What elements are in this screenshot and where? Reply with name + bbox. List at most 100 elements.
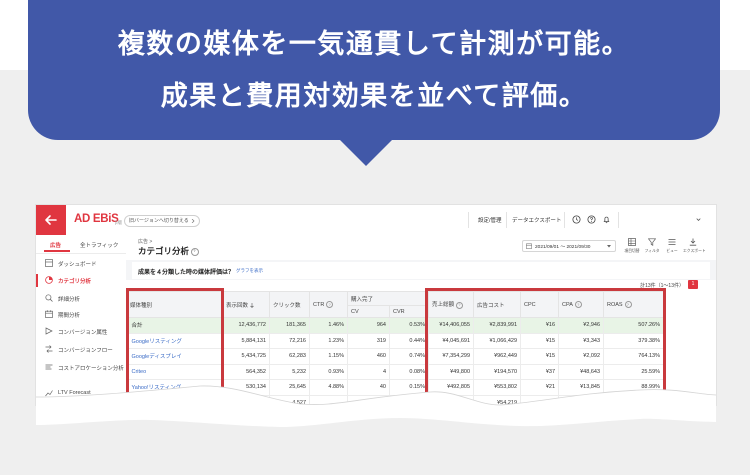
column-switch-icon (628, 238, 636, 246)
table-cell: 72,216 (269, 333, 310, 349)
sidebar-item-conversion-attribute[interactable]: コンバージョン属性 (36, 323, 126, 340)
conversion-flow-icon (45, 345, 53, 353)
page-title: カテゴリ分析 (138, 245, 200, 257)
calendar-icon (526, 243, 532, 249)
detail-analysis-icon (45, 294, 53, 302)
chevron-down-icon[interactable] (694, 215, 703, 224)
torn-edge (36, 385, 716, 433)
sidebar-item-category-analysis[interactable]: カテゴリ分析 (36, 272, 126, 289)
toolbar-label: フィルタ (644, 249, 660, 253)
column-header-clicks[interactable]: クリック数 (269, 291, 310, 318)
table-cell: 1.23% (309, 333, 348, 349)
column-header-ctr[interactable]: CTR (309, 291, 348, 318)
speech-bubble (28, 0, 720, 140)
table-cell: 319 (347, 333, 390, 349)
table-cell: 0.74% (389, 348, 430, 365)
switch-version-button[interactable]: 旧バージョンへ切り替える (124, 215, 201, 227)
sidebar-item-label: カテゴリ分析 (58, 279, 92, 285)
dashboard-icon (45, 259, 53, 267)
table-cell: 62,283 (269, 348, 310, 365)
toolbar-label: 項目切替 (624, 249, 640, 253)
table-cell: 0.93% (309, 364, 348, 380)
filter-button[interactable]: フィルタ (642, 236, 662, 258)
table-cell: 5,232 (269, 364, 310, 380)
header-label: 表示回数 (226, 302, 249, 309)
table-cell: 0.53% (389, 317, 430, 334)
sidebar-item-detail-analysis[interactable]: 詳細分析 (36, 290, 126, 307)
app-logo: AD EBiS (74, 213, 119, 225)
table-cell: 1.46% (309, 317, 348, 334)
sidebar-item-label: コンバージョン属性 (58, 330, 108, 336)
sort-desc-icon (250, 302, 254, 308)
breadcrumb[interactable]: 広告 > (138, 238, 152, 245)
top-bar: AD EBiS β版 旧バージョンへ切り替える 設定/管理 データエクスポート (36, 205, 716, 236)
data-export-link[interactable]: データエクスポート (512, 216, 561, 224)
view-button[interactable]: ビュー (662, 236, 682, 258)
app-window: AD EBiS β版 旧バージョンへ切り替える 設定/管理 データエクスポート (36, 205, 716, 405)
help-icon[interactable] (191, 247, 200, 256)
header-label: 購入完了 (351, 296, 374, 303)
divider (618, 212, 619, 228)
speech-bubble-tail (338, 138, 394, 166)
table-cell: 0.08% (389, 364, 430, 380)
toolbar-label: ビュー (666, 249, 678, 253)
divider (564, 212, 565, 228)
toolbar-label: エクスポート (683, 249, 706, 253)
period-analysis-icon (45, 310, 53, 318)
hero-headline-line-2: 成果と費用対効果を並べて評価。 (160, 81, 588, 112)
column-switch-button[interactable]: 項目切替 (622, 236, 642, 258)
sidebar-item-label: コストアロケーション分析 (58, 366, 124, 372)
settings-link[interactable]: 設定/管理 (478, 216, 502, 224)
date-range-text: 2021/09/01 ～ 2021/09/30 (535, 245, 591, 250)
sidebar-item-conversion-flow[interactable]: コンバージョンフロー (36, 341, 126, 358)
main-content: 広告 > カテゴリ分析 2021/09/01 ～ 2021/09/30 (126, 235, 716, 405)
sidebar-item-label: 期間分析 (58, 313, 81, 319)
column-header-impressions[interactable]: 表示回数 (222, 291, 270, 318)
header-label: CVR (393, 308, 405, 315)
filter-icon (648, 238, 656, 246)
sidebar-item-label: コンバージョンフロー (58, 348, 113, 354)
back-arrow-icon (45, 215, 57, 225)
table-cell: 564,352 (222, 364, 270, 380)
table-cell: 5,434,725 (222, 348, 270, 365)
category-analysis-icon (45, 276, 53, 284)
table-cell: 4 (347, 364, 390, 380)
tab-ads[interactable]: 広告 (50, 241, 61, 249)
header-label: クリック数 (273, 302, 301, 309)
pagination-page[interactable]: 1 (688, 280, 698, 289)
table-cell: 12,436,772 (222, 317, 270, 334)
show-graph-link[interactable]: グラフを表示 (236, 268, 263, 274)
clock-icon[interactable] (572, 215, 581, 224)
table-cell: 0.44% (389, 333, 430, 349)
chart-card-title: 成果を４分類した時の媒体評価は？ (138, 270, 235, 276)
sidebar-item-dashboard[interactable]: ダッシュボード (36, 255, 126, 272)
page-header: 広告 > カテゴリ分析 2021/09/01 ～ 2021/09/30 (126, 235, 716, 260)
table-cell: 5,884,131 (222, 333, 270, 349)
sidebar-item-label: ダッシュボード (58, 262, 97, 268)
help-icon[interactable] (326, 301, 334, 308)
divider (36, 253, 126, 254)
chevron-down-icon (607, 244, 611, 247)
sidebar-item-period-analysis[interactable]: 期間分析 (36, 306, 126, 323)
export-icon (689, 238, 697, 246)
sidebar: 広告 全トラフィック ダッシュボード カテゴリ分析 詳細分析 期間分析 コンバー… (36, 235, 127, 405)
date-range-picker[interactable]: 2021/09/01 ～ 2021/09/30 (522, 240, 616, 252)
back-button[interactable] (36, 205, 66, 235)
export-button[interactable]: エクスポート (683, 236, 706, 258)
question-icon[interactable] (587, 215, 596, 224)
switch-version-label: 旧バージョンへ切り替える (129, 218, 189, 224)
column-header-cvr[interactable]: CVR (388, 305, 430, 318)
sidebar-item-cost-allocation[interactable]: コストアロケーション分析 (36, 359, 126, 376)
column-header-cv[interactable]: CV (347, 305, 390, 318)
column-group-purchase: 購入完了 (346, 291, 430, 306)
caret-right-icon (191, 218, 195, 223)
bell-icon[interactable] (602, 215, 611, 224)
hero-headline-line-1: 複数の媒体を一気通貫して計測が可能。 (117, 29, 631, 60)
divider (468, 212, 469, 228)
page-title-text: カテゴリ分析 (138, 246, 190, 256)
active-tab-indicator (44, 250, 70, 252)
header-label: CV (351, 308, 359, 315)
sidebar-item-label: 詳細分析 (58, 297, 81, 303)
tab-all-traffic[interactable]: 全トラフィック (80, 241, 118, 249)
divider (506, 212, 507, 228)
